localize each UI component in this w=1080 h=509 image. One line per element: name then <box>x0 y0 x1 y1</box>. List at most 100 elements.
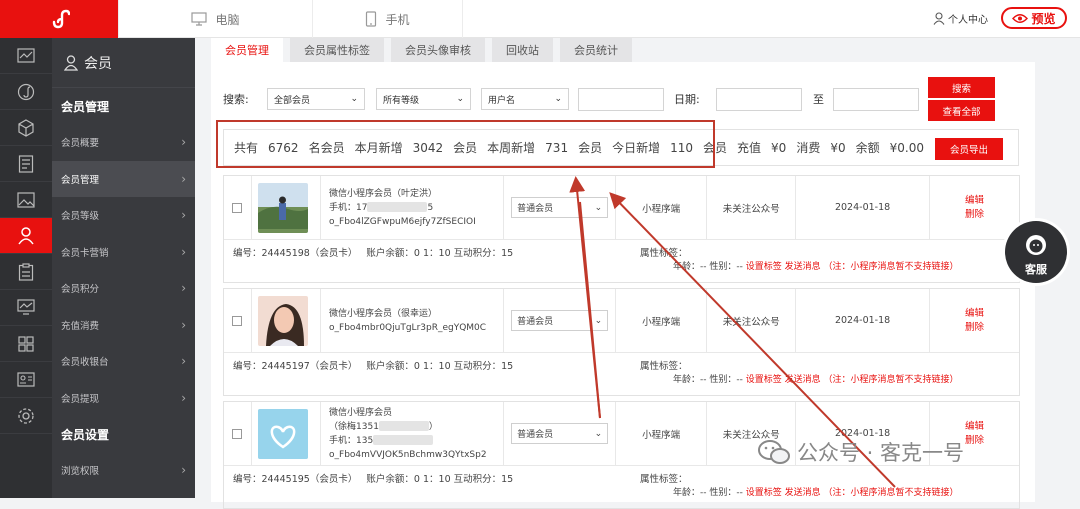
delete-link[interactable]: 删除 <box>965 321 984 335</box>
member-level-select[interactable]: 普通会员 ⌄ <box>511 423 609 444</box>
chevron-right-icon: › <box>181 135 186 150</box>
member-date: 2024-01-18 <box>796 176 930 239</box>
nav-id-card-icon[interactable] <box>0 362 52 398</box>
member-phone: 手机：135 <box>329 434 503 448</box>
nav-clipboard-icon[interactable] <box>0 254 52 290</box>
chevron-down-icon: ⌄ <box>456 94 464 104</box>
nav-music-icon[interactable] <box>0 74 52 110</box>
menu-item-label: 会员概要 <box>61 138 100 150</box>
menu-item-withdraw[interactable]: 会员提现 › <box>52 380 195 417</box>
watermark: 公众号 · 客克一号 <box>757 437 964 467</box>
stat-month: 3042 <box>412 140 444 155</box>
avatar-cell <box>252 176 322 239</box>
nav-cube-icon[interactable] <box>0 110 52 146</box>
member-age-text: 年龄：-- 性别：-- <box>673 375 743 385</box>
view-all-button[interactable]: 查看全部 <box>928 100 995 121</box>
menu-item-level[interactable]: 会员等级 › <box>52 197 195 234</box>
chevron-down-icon: ⌄ <box>594 428 603 439</box>
member-type-select[interactable]: 全部会员 ⌄ <box>267 88 365 110</box>
member-name-detail-prefix: （徐梅1351 <box>329 421 379 432</box>
member-phone-prefix: 手机：135 <box>329 435 374 446</box>
redacted-block <box>373 435 434 445</box>
tab-member-attributes[interactable]: 会员属性标签 <box>290 38 384 62</box>
row-checkbox[interactable] <box>232 428 243 439</box>
member-row-detail: 编号：24445198（会员卡） 账户余额：0 1：10 互动积分：15 属性标… <box>224 239 1019 283</box>
watermark-text: 公众号 · 客克一号 <box>797 441 965 465</box>
date-end-input[interactable] <box>833 87 919 111</box>
member-age-line: 年龄：-- 性别：-- 设置标签 发送消息 （注：小程序消息暂不支持链接） <box>673 259 958 272</box>
avatar[interactable] <box>257 295 308 346</box>
edit-link[interactable]: 编辑 <box>965 194 984 208</box>
avatar-cell <box>252 402 322 465</box>
stat-today: 110 <box>670 140 694 155</box>
row-actions: 编辑 删除 <box>930 289 1019 352</box>
member-icon <box>64 54 78 71</box>
menu-item-label: 会员收银台 <box>61 357 109 369</box>
device-tab-mobile[interactable]: 手机 <box>313 0 463 38</box>
field-value: 用户名 <box>488 95 516 106</box>
wechat-icon <box>758 440 790 464</box>
service-label: 客服 <box>1025 263 1047 276</box>
tab-recycle-bin[interactable]: 回收站 <box>492 38 553 62</box>
menu-item-cashier[interactable]: 会员收银台 › <box>52 343 195 380</box>
chevron-down-icon: ⌄ <box>594 202 603 213</box>
menu-item-points[interactable]: 会员积分 › <box>52 270 195 307</box>
member-action-links[interactable]: 设置标签 发送消息 （注：小程序消息暂不支持链接） <box>746 375 959 385</box>
chevron-right-icon: › <box>181 317 186 332</box>
search-button[interactable]: 搜索 <box>928 77 995 98</box>
member-level-select[interactable]: 普通会员 ⌄ <box>511 310 609 331</box>
delete-link[interactable]: 删除 <box>965 434 984 448</box>
row-checkbox[interactable] <box>232 202 243 213</box>
menu-item-label: 会员积分 <box>61 284 100 296</box>
member-openid: o_Fbo4lZGFwpuM6ejfy7ZfSECIOI <box>329 216 476 227</box>
member-level-select[interactable]: 普通会员 ⌄ <box>511 197 609 218</box>
preview-button[interactable]: 预览 <box>1001 7 1067 29</box>
export-members-button[interactable]: 会员导出 <box>935 138 1003 160</box>
menu-item-member-manage[interactable]: 会员管理 › <box>52 160 195 197</box>
menu-item-card-marketing[interactable]: 会员卡营销 › <box>52 234 195 271</box>
tab-avatar-review[interactable]: 会员头像审核 <box>391 38 485 62</box>
member-openid: o_Fbo4mVVJOK5nBchmw3QYtxSp2 <box>329 449 487 460</box>
date-start-input[interactable] <box>716 87 802 111</box>
level-value: 所有等级 <box>383 95 420 106</box>
customer-service-button[interactable]: 客服 <box>1005 221 1067 283</box>
user-center-link[interactable]: 个人中心 <box>933 11 988 26</box>
tab-member-stats[interactable]: 会员统计 <box>560 38 632 62</box>
logo[interactable] <box>0 0 118 38</box>
tab-member-manage[interactable]: 会员管理 <box>211 38 283 62</box>
stat-week: 731 <box>545 140 569 155</box>
avatar[interactable] <box>257 408 308 459</box>
nav-monitor-chart-icon[interactable] <box>0 290 52 326</box>
menu-item-recharge[interactable]: 充值消费 › <box>52 307 195 344</box>
member-name: 微信小程序会员（很幸运） <box>329 308 438 319</box>
member-id-text: 编号：24445198（会员卡） <box>233 248 358 259</box>
member-source: 小程序端 <box>616 176 708 239</box>
nav-document-icon[interactable] <box>0 146 52 182</box>
menu-item-overview[interactable]: 会员概要 › <box>52 124 195 161</box>
member-action-links[interactable]: 设置标签 发送消息 （注：小程序消息暂不支持链接） <box>746 488 959 498</box>
chevron-down-icon: ⌄ <box>554 94 562 104</box>
member-age-line: 年龄：-- 性别：-- 设置标签 发送消息 （注：小程序消息暂不支持链接） <box>673 372 958 385</box>
delete-link[interactable]: 删除 <box>965 208 984 222</box>
user-center-label: 个人中心 <box>948 15 988 26</box>
nav-user-icon[interactable] <box>0 218 52 254</box>
stats-bar: 共有 6762 名会员 本月新增 3042 会员 本周新增 731 会员 今日新… <box>223 129 1019 166</box>
member-type-value: 全部会员 <box>274 95 311 106</box>
nav-settings-icon[interactable] <box>0 398 52 434</box>
member-id-text: 编号：24445195（会员卡） <box>233 474 358 485</box>
stat-text: 本月新增 <box>354 141 403 155</box>
avatar[interactable] <box>257 182 308 233</box>
edit-link[interactable]: 编辑 <box>965 307 984 321</box>
edit-link[interactable]: 编辑 <box>965 420 984 434</box>
row-checkbox[interactable] <box>232 315 243 326</box>
keyword-input[interactable] <box>578 87 664 111</box>
nav-grid-icon[interactable] <box>0 326 52 362</box>
menu-item-browse-permission[interactable]: 浏览权限 › <box>52 452 195 489</box>
level-select[interactable]: 所有等级 ⌄ <box>376 88 471 110</box>
field-select[interactable]: 用户名 ⌄ <box>481 88 569 110</box>
nav-image-icon[interactable] <box>0 182 52 218</box>
nav-chart-icon[interactable] <box>0 38 52 74</box>
menu-item-label: 充值消费 <box>61 320 100 332</box>
device-tab-pc[interactable]: 电脑 <box>118 0 313 38</box>
member-action-links[interactable]: 设置标签 发送消息 （注：小程序消息暂不支持链接） <box>746 262 959 272</box>
